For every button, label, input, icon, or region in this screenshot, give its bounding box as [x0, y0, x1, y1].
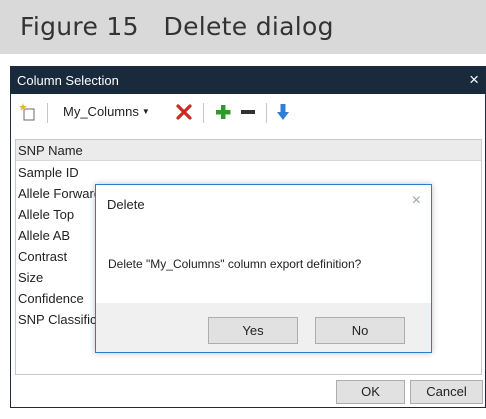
cancel-button[interactable]: Cancel	[410, 380, 483, 404]
window-close-icon[interactable]: ×	[469, 70, 479, 90]
toolbar: My_Columns ▼	[11, 95, 485, 129]
yes-button[interactable]: Yes	[208, 317, 298, 344]
add-icon[interactable]	[214, 102, 232, 122]
list-header[interactable]: SNP Name	[16, 140, 481, 161]
figure-header: Figure 15 Delete dialog	[0, 0, 486, 54]
window-title: Column Selection	[17, 73, 119, 88]
new-item-icon[interactable]	[19, 102, 37, 122]
no-button[interactable]: No	[315, 317, 405, 344]
ok-button[interactable]: OK	[336, 380, 405, 404]
dialog-message: Delete "My_Columns" column export defini…	[108, 257, 362, 271]
column-set-dropdown[interactable]: My_Columns ▼	[63, 104, 150, 124]
dialog-title: Delete	[107, 197, 145, 212]
delete-icon[interactable]	[175, 102, 193, 122]
move-down-icon[interactable]	[275, 102, 291, 122]
list-item[interactable]: Sample ID	[16, 162, 481, 183]
remove-icon[interactable]	[239, 102, 257, 122]
window-titlebar: Column Selection ×	[11, 67, 485, 94]
delete-dialog: Delete × Delete "My_Columns" column expo…	[95, 184, 432, 353]
dropdown-label: My_Columns	[63, 104, 139, 119]
figure-title: Figure 15 Delete dialog	[20, 12, 334, 41]
toolbar-separator	[203, 103, 204, 123]
dialog-close-icon[interactable]: ×	[412, 192, 421, 210]
chevron-down-icon: ▼	[141, 107, 150, 116]
toolbar-separator	[47, 103, 48, 123]
toolbar-separator	[266, 103, 267, 123]
dialog-footer: Yes No	[96, 303, 431, 352]
